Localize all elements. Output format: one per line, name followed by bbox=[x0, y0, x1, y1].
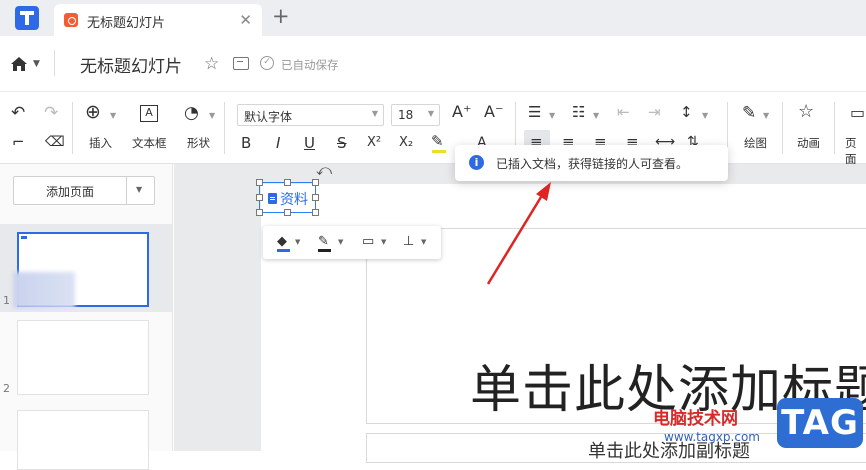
watermark-logo: TAG bbox=[777, 398, 863, 448]
watermark-site-name: 电脑技术网 bbox=[653, 409, 738, 429]
annotation-arrow bbox=[486, 182, 551, 285]
watermark-url: www.tagxp.com bbox=[664, 430, 760, 444]
